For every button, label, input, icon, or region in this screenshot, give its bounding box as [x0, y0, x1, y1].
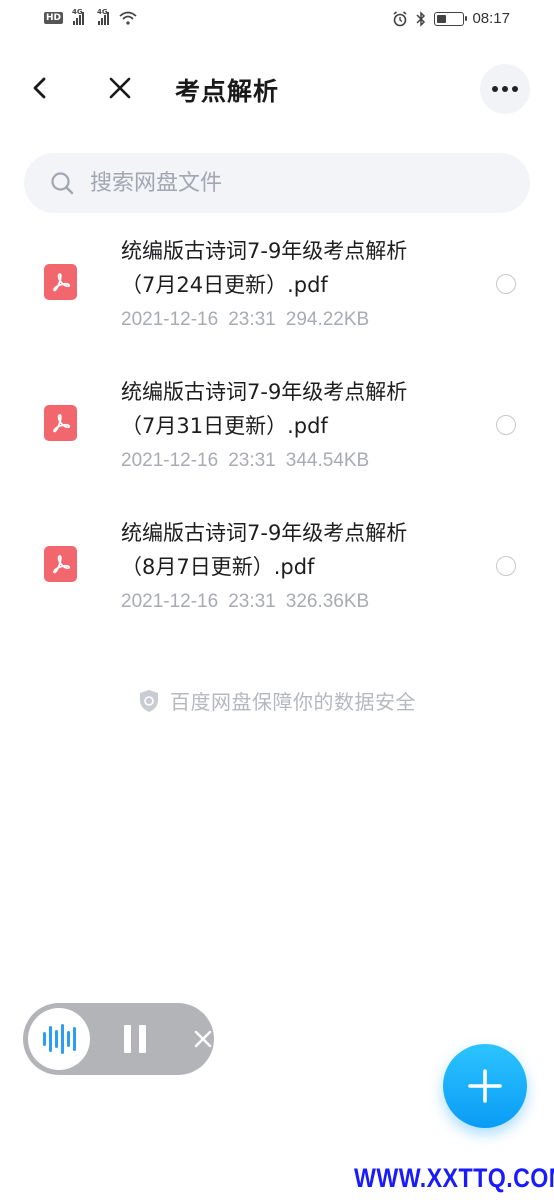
chevron-left-icon [33, 77, 46, 99]
page-title: 考点解析 [175, 77, 280, 106]
shield-icon [140, 689, 158, 712]
file-time: 23:31 [228, 309, 276, 330]
select-checkbox[interactable] [496, 415, 516, 435]
select-checkbox[interactable] [496, 274, 516, 294]
battery-icon [434, 11, 468, 26]
more-icon [492, 86, 498, 92]
signal-icon: 4G [97, 8, 110, 25]
file-size: 294.22KB [285, 309, 370, 330]
file-date: 2021-12-16 [121, 309, 219, 330]
player-close-icon[interactable] [193, 1029, 213, 1049]
hd-badge: HD [44, 12, 64, 24]
status-bar: HD 4G 4G 08:17 [0, 0, 554, 42]
file-meta: 2021-12-16 23:31 344.54KB [121, 450, 369, 472]
pdf-file-icon [44, 405, 77, 441]
pause-icon [124, 1025, 131, 1053]
search-bar[interactable] [24, 153, 530, 213]
file-time: 23:31 [228, 450, 276, 471]
back-button[interactable] [22, 70, 58, 106]
more-button[interactable] [480, 64, 530, 114]
audio-player [23, 1003, 214, 1075]
close-icon [109, 77, 131, 99]
file-item[interactable]: 统编版古诗词7-9年级考点解析 （7月24日更新）.pdf 2021-12-16… [0, 226, 554, 367]
file-list: 统编版古诗词7-9年级考点解析 （7月24日更新）.pdf 2021-12-16… [0, 226, 554, 649]
watermark: WWW.XXTTQ.COM [354, 1163, 554, 1193]
file-meta: 2021-12-16 23:31 294.22KB [121, 309, 369, 331]
safety-text: 百度网盘保障你的数据安全 [170, 690, 416, 714]
header: 考点解析 [0, 52, 554, 126]
select-checkbox[interactable] [496, 556, 516, 576]
file-name: 统编版古诗词7-9年级考点解析 （7月31日更新）.pdf [121, 380, 408, 438]
audio-wave-icon [42, 1032, 46, 1046]
add-button[interactable] [443, 1044, 527, 1128]
wifi-icon [119, 11, 137, 25]
safety-note: 百度网盘保障你的数据安全 [0, 686, 554, 715]
pause-button[interactable] [121, 1025, 149, 1053]
file-date: 2021-12-16 [121, 591, 219, 612]
file-size: 326.36KB [285, 591, 370, 612]
file-meta: 2021-12-16 23:31 326.36KB [121, 591, 369, 613]
alarm-icon [393, 10, 407, 26]
file-time: 23:31 [228, 591, 276, 612]
bluetooth-icon [416, 10, 426, 27]
search-input[interactable] [90, 167, 510, 199]
plus-icon [468, 1069, 502, 1103]
signal-icon: 4G [72, 8, 85, 25]
file-name: 统编版古诗词7-9年级考点解析 （8月7日更新）.pdf [121, 521, 408, 579]
pdf-file-icon [44, 264, 77, 300]
clock: 08:17 [472, 10, 510, 27]
search-icon [51, 172, 74, 195]
audio-wave-button[interactable] [28, 1008, 90, 1070]
file-name: 统编版古诗词7-9年级考点解析 （7月24日更新）.pdf [121, 239, 408, 297]
status-right: 08:17 [392, 10, 510, 27]
file-size: 344.54KB [285, 450, 370, 471]
pdf-file-icon [44, 546, 77, 582]
file-item[interactable]: 统编版古诗词7-9年级考点解析 （7月31日更新）.pdf 2021-12-16… [0, 367, 554, 508]
file-item[interactable]: 统编版古诗词7-9年级考点解析 （8月7日更新）.pdf 2021-12-16 … [0, 508, 554, 649]
status-left: HD 4G 4G [44, 8, 137, 25]
file-date: 2021-12-16 [121, 450, 219, 471]
close-button[interactable] [102, 70, 138, 106]
